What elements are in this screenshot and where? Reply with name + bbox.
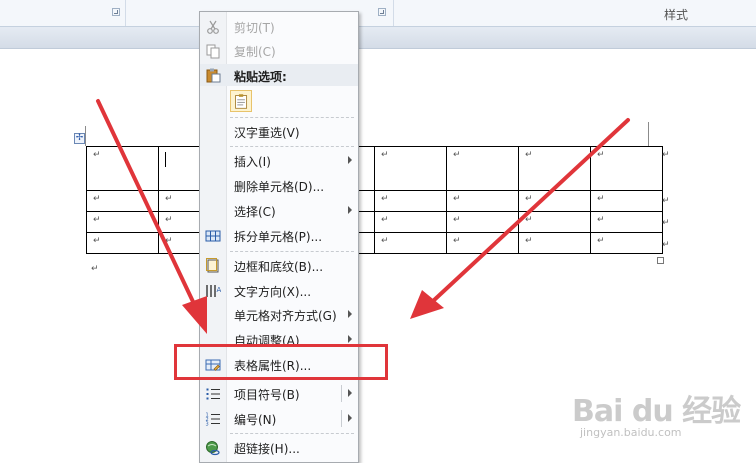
row-end-mark: ↵ <box>662 196 670 206</box>
table-row: ↵ ↵ ↵ ↵ ↵ ↵ ↵ <box>86 190 663 212</box>
menu-item-delete-cells[interactable]: 删除单元格(D)... <box>200 174 358 197</box>
table-cell[interactable]: ↵ <box>374 146 447 191</box>
paste-text-only-icon <box>235 94 248 109</box>
svg-text:A: A <box>217 286 222 294</box>
table-cell[interactable]: ↵ <box>86 211 159 233</box>
split-button-divider <box>341 410 342 427</box>
table-cell[interactable]: ↵ <box>86 146 159 191</box>
paragraph-dialog-launcher-icon[interactable] <box>378 8 386 16</box>
ribbon: 样式 <box>0 0 756 27</box>
table-cell[interactable]: ↵ <box>590 211 663 233</box>
menu-item-borders-shading[interactable]: 边框和底纹(B)... <box>200 254 358 277</box>
text-direction-icon: A <box>206 285 222 297</box>
ribbon-group-separator <box>393 0 394 26</box>
table-cell[interactable]: ↵ <box>446 232 519 254</box>
bullets-icon <box>206 388 220 400</box>
baidu-jingyan-watermark: Bai du 经验 jingyan.baidu.com <box>572 394 741 439</box>
table-cell[interactable]: ↵ <box>374 190 447 212</box>
document-table[interactable]: ↵ ↵ ↵ ↵ ↵ ↵ ↵ ↵ ↵ ↵ ↵ ↵ ↵ ↵ ↵ ↵ ↵ ↵ ↵ ↵ … <box>86 146 663 254</box>
menu-separator <box>230 146 354 147</box>
menu-item-cell-alignment[interactable]: 单元格对齐方式(G) <box>200 303 358 326</box>
submenu-arrow-icon[interactable] <box>348 414 352 422</box>
ribbon-group-style-label: 样式 <box>664 8 689 22</box>
table-properties-highlight-box <box>174 344 388 380</box>
paste-clipboard-icon <box>206 68 221 83</box>
submenu-arrow-icon <box>348 206 352 214</box>
menu-item-split-cells[interactable]: 拆分单元格(P)... <box>200 224 358 247</box>
table-cell[interactable]: ↵ <box>446 190 519 212</box>
table-cell[interactable]: ↵ <box>374 232 447 254</box>
table-row: ↵ ↵ ↵ ↵ ↵ <box>86 146 663 191</box>
text-caret <box>165 152 166 167</box>
annotation-arrowhead-right <box>410 290 444 319</box>
table-left-guide <box>85 126 86 146</box>
table-cell[interactable]: ↵ <box>518 190 591 212</box>
split-button-divider <box>341 385 342 402</box>
menu-item-hanzi-reselect[interactable]: 汉字重选(V) <box>200 120 358 143</box>
menu-item-insert[interactable]: 插入(I) <box>200 149 358 172</box>
table-cell[interactable]: ↵ <box>590 146 663 191</box>
table-cell[interactable]: ↵ <box>518 211 591 233</box>
menu-separator <box>230 117 354 118</box>
submenu-arrow-icon <box>348 310 352 318</box>
ruler-band <box>0 27 756 49</box>
borders-icon <box>206 258 219 273</box>
table-row: ↵ ↵ ↵ ↵ ↵ ↵ ↵ <box>86 211 663 233</box>
scissors-icon <box>207 20 219 34</box>
paste-keep-text-button[interactable] <box>230 90 252 112</box>
table-cell[interactable]: ↵ <box>590 232 663 254</box>
paste-options-header: 粘贴选项: <box>200 64 358 86</box>
numbering-icon: 1 2 3 <box>206 413 220 428</box>
table-right-guide <box>648 122 649 146</box>
row-end-mark: ↵ <box>662 218 670 228</box>
paragraph-mark: ↵ <box>91 264 99 274</box>
context-menu: 剪切(T) 复制(C) 粘贴选项: 汉字重选(V) 插入(I) 删除单元格(D)… <box>199 11 359 463</box>
menu-item-hyperlink[interactable]: 超链接(H)... <box>200 436 358 459</box>
table-row: ↵ ↵ ↵ ↵ ↵ ↵ ↵ <box>86 232 663 254</box>
table-cell[interactable]: ↵ <box>374 211 447 233</box>
table-cell[interactable]: ↵ <box>86 232 159 254</box>
table-move-handle-icon[interactable]: ✢ <box>74 133 85 144</box>
menu-item-text-direction[interactable]: A 文字方向(X)... <box>200 279 358 302</box>
table-resize-handle[interactable] <box>657 257 664 264</box>
table-cell[interactable]: ↵ <box>446 211 519 233</box>
menu-item-select[interactable]: 选择(C) <box>200 199 358 222</box>
submenu-arrow-icon[interactable] <box>348 389 352 397</box>
menu-item-cut[interactable]: 剪切(T) <box>200 15 358 38</box>
split-cells-icon <box>205 230 221 242</box>
table-cell[interactable]: ↵ <box>518 232 591 254</box>
font-dialog-launcher-icon[interactable] <box>112 8 120 16</box>
menu-item-numbering[interactable]: 1 2 3 编号(N) <box>200 407 358 430</box>
table-cell[interactable]: ↵ <box>590 190 663 212</box>
table-cell[interactable]: ↵ <box>518 146 591 191</box>
row-end-mark: ↵ <box>662 150 670 160</box>
menu-item-bullets[interactable]: 项目符号(B) <box>200 382 358 405</box>
menu-separator <box>230 251 354 252</box>
row-end-mark: ↵ <box>662 240 670 250</box>
submenu-arrow-icon <box>348 156 352 164</box>
menu-separator <box>230 433 354 434</box>
submenu-arrow-icon <box>348 335 352 343</box>
svg-text:3: 3 <box>206 422 209 428</box>
table-cell[interactable]: ↵ <box>86 190 159 212</box>
table-cell[interactable]: ↵ <box>446 146 519 191</box>
menu-item-copy[interactable]: 复制(C) <box>200 39 358 62</box>
ribbon-group-separator <box>125 0 126 26</box>
copy-icon <box>206 44 220 59</box>
